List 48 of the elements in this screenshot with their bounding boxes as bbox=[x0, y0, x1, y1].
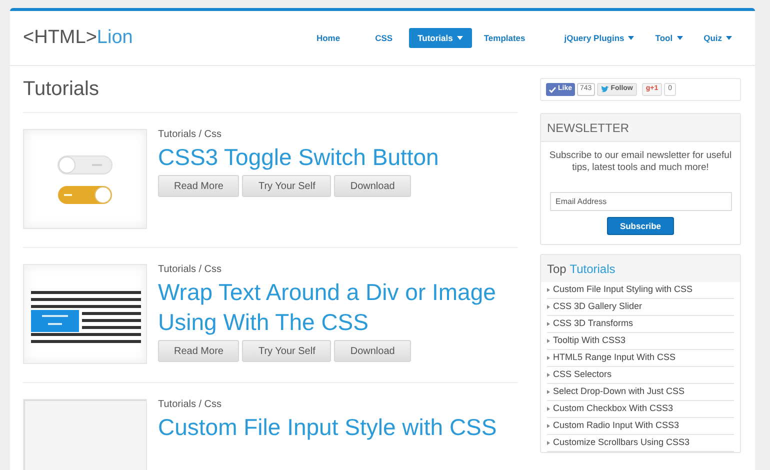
bullet-icon bbox=[547, 373, 550, 377]
newsletter-text: Subscribe to our email newsletter for useful tips, latest tools and much more! bbox=[548, 150, 733, 174]
nav-link[interactable]: jQuery Plugins bbox=[555, 28, 644, 48]
article-title[interactable]: Custom File Input Style with CSS bbox=[158, 412, 508, 442]
bullet-icon bbox=[547, 407, 550, 411]
category-breadcrumb[interactable]: Tutorials / Css bbox=[158, 264, 518, 276]
category-breadcrumb[interactable]: Tutorials / Css bbox=[158, 399, 518, 411]
tutorial-link[interactable]: CSS 3D Transforms bbox=[553, 317, 634, 331]
site-logo[interactable]: <HTML>Lion bbox=[23, 24, 133, 52]
action-button[interactable]: Try Your Self bbox=[242, 340, 332, 362]
nav-link[interactable]: Home bbox=[307, 28, 350, 48]
tutorial-link[interactable]: Tooltip With CSS3 bbox=[553, 334, 626, 348]
panel-title: Top Tutorials bbox=[541, 255, 740, 282]
action-button[interactable]: Read More bbox=[158, 340, 240, 362]
tutorial-link[interactable]: CSS Selectors bbox=[553, 368, 612, 382]
action-button[interactable]: Download bbox=[334, 340, 411, 362]
category-breadcrumb[interactable]: Tutorials / Css bbox=[158, 129, 518, 141]
bullet-icon bbox=[547, 441, 550, 445]
article-title[interactable]: Wrap Text Around a Div or Image Using With The CSS bbox=[158, 277, 508, 337]
bullet-icon bbox=[547, 288, 550, 292]
tutorial-link[interactable]: HTML5 Range Input With CSS bbox=[553, 351, 676, 365]
action-button[interactable]: Download bbox=[334, 175, 411, 197]
bullet-icon bbox=[547, 339, 550, 343]
nav-link[interactable]: Tool bbox=[646, 28, 692, 48]
email-field[interactable]: Email Address bbox=[550, 192, 732, 211]
bullet-icon bbox=[547, 305, 550, 309]
bullet-icon bbox=[547, 424, 550, 428]
nav-link[interactable]: Templates bbox=[474, 28, 534, 48]
article-title[interactable]: CSS3 Toggle Switch Button bbox=[158, 142, 508, 172]
action-button[interactable]: Try Your Self bbox=[242, 175, 332, 197]
nav-link[interactable]: CSS bbox=[366, 28, 402, 48]
panel-title: NEWSLETTER bbox=[541, 114, 740, 142]
action-button[interactable]: Read More bbox=[158, 175, 240, 197]
tutorial-link[interactable]: Customize Scrollbars Using CSS3 bbox=[553, 436, 690, 450]
tutorial-link[interactable]: CSS 3D Gallery Slider bbox=[553, 300, 642, 314]
bird-icon bbox=[600, 86, 609, 93]
subscribe-button[interactable]: Subscribe bbox=[606, 217, 674, 235]
bullet-icon bbox=[547, 390, 550, 394]
tutorial-link[interactable]: Custom Checkbox With CSS3 bbox=[553, 402, 674, 416]
tutorial-link[interactable]: Custom File Input Styling with CSS bbox=[553, 283, 693, 297]
tutorial-link[interactable]: Custom Radio Input With CSS3 bbox=[553, 419, 680, 433]
nav-link[interactable]: Tutorials bbox=[408, 28, 472, 48]
bullet-icon bbox=[547, 356, 550, 360]
nav-link[interactable]: Quiz bbox=[694, 28, 741, 48]
check-icon bbox=[549, 86, 556, 92]
page-title: Tutorials bbox=[23, 66, 518, 113]
tutorial-link[interactable]: Select Drop-Down with Just CSS bbox=[553, 385, 685, 399]
bullet-icon bbox=[547, 322, 550, 326]
